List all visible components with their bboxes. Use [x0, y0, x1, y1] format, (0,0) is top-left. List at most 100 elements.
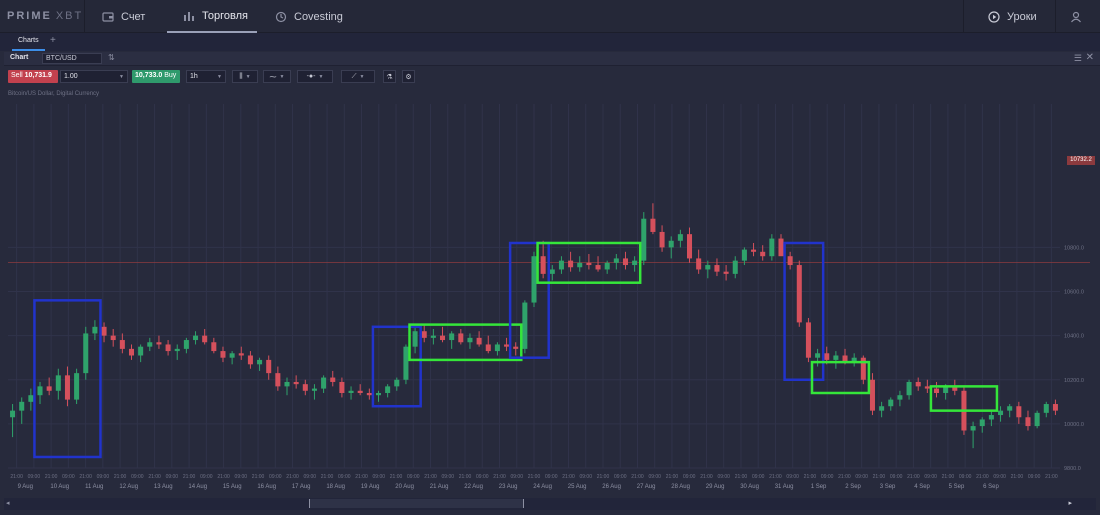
chart-panel-header: Chart BTC/USD ⇅ ☰ ✕ [4, 52, 1100, 66]
x-date-label: 3 Sep [880, 484, 896, 490]
x-time-label: 21:00 [252, 474, 265, 480]
candle-body [202, 335, 208, 343]
quantity-input[interactable]: 1.00 ▼ [60, 70, 128, 83]
x-time-label: 09:00 [166, 474, 179, 480]
candle-body [650, 218, 656, 232]
x-time-label: 21:00 [735, 474, 748, 480]
play-icon [988, 10, 1000, 23]
x-time-label: 09:00 [338, 474, 351, 480]
nav-lessons[interactable]: Уроки [988, 0, 1048, 33]
buy-label: Buy [164, 72, 177, 79]
candle-body [778, 238, 784, 257]
candle-body [284, 381, 290, 387]
gear-icon: ⚙ [405, 73, 412, 81]
x-date-label: 11 Aug [85, 484, 103, 490]
symbol-input[interactable]: BTC/USD [42, 53, 102, 64]
candle-body [531, 256, 537, 303]
x-date-label: 12 Aug [119, 484, 138, 490]
candle-body [220, 351, 226, 358]
candle-body [979, 419, 985, 427]
candle-body [970, 426, 976, 431]
x-date-label: 16 Aug [257, 484, 276, 490]
scroll-left-icon[interactable]: ◂ [6, 499, 10, 507]
candle-body [604, 262, 610, 270]
buy-button[interactable]: 10,733.0 Buy [132, 70, 180, 83]
prime-xbt-logo[interactable]: PRIME XBT [7, 10, 83, 22]
candle-body [824, 353, 830, 360]
scroll-right-icon[interactable]: ▸ [1068, 499, 1072, 507]
nav-covesting[interactable]: Covesting [275, 0, 365, 33]
chevron-down-icon: ▼ [245, 73, 251, 80]
swap-icon[interactable]: ⇅ [108, 53, 115, 62]
chart-title: Chart [10, 54, 29, 61]
candle-body [421, 331, 427, 338]
scroller-thumb[interactable] [309, 499, 524, 508]
y-tick-label: 10200.0 [1064, 378, 1084, 384]
chart-type-button[interactable]: ⫼ ▼ [232, 70, 258, 83]
time-scroller[interactable]: ◂ ▸ [4, 498, 1096, 510]
drawing-tools-button[interactable]: ⟋ ▼ [341, 70, 375, 83]
logo-suffix: XBT [55, 10, 84, 22]
x-time-label: 09:00 [28, 474, 41, 480]
candle-body [888, 399, 894, 407]
x-time-label: 09:00 [442, 474, 455, 480]
x-time-label: 21:00 [424, 474, 437, 480]
candle-body [403, 346, 409, 380]
x-time-label: 09:00 [269, 474, 282, 480]
y-tick-label: 10000.0 [1064, 422, 1084, 428]
candle-body [257, 359, 263, 365]
tab-charts[interactable]: Charts [12, 33, 45, 51]
x-time-label: 21:00 [562, 474, 575, 480]
candle-body [741, 249, 747, 261]
candle-body [394, 379, 400, 387]
nav-account[interactable]: Счет [100, 0, 166, 33]
candle-body [147, 342, 153, 347]
x-time-label: 09:00 [924, 474, 937, 480]
x-date-label: 20 Aug [395, 484, 414, 490]
candle-body [787, 256, 793, 266]
candle-body [128, 348, 135, 356]
nav-trading[interactable]: Торговля [167, 0, 257, 33]
candle-body [302, 384, 308, 391]
candle-body [504, 344, 510, 347]
x-time-label: 09:00 [304, 474, 317, 480]
candle-body [723, 271, 729, 274]
indicators-icon: ⁓ [269, 73, 277, 81]
indicators-button[interactable]: ⁓ ▼ [263, 70, 291, 83]
candle-body [247, 355, 253, 365]
x-date-label: 30 Aug [740, 484, 759, 490]
candle-body [705, 265, 711, 270]
candle-body [430, 335, 436, 338]
candle-body [64, 375, 70, 400]
x-time-label: 09:00 [821, 474, 834, 480]
nav-trading-label: Торговля [202, 9, 248, 22]
x-date-label: 2 Sep [845, 484, 861, 490]
candle-body [586, 262, 592, 266]
x-date-label: 29 Aug [706, 484, 725, 490]
candle-body [815, 353, 821, 358]
close-icon[interactable]: ✕ [1086, 52, 1094, 63]
flask-button[interactable]: ⚗ [383, 70, 396, 83]
candle-body [1034, 412, 1040, 427]
menu-icon[interactable]: ☰ [1074, 53, 1082, 64]
x-time-label: 09:00 [890, 474, 903, 480]
profile-button[interactable] [1070, 0, 1086, 33]
x-time-label: 09:00 [476, 474, 489, 480]
timeframe-select[interactable]: 1h ▼ [186, 70, 226, 83]
x-date-label: 26 Aug [602, 484, 621, 490]
x-time-label: 21:00 [700, 474, 713, 480]
settings-button[interactable]: ⚙ [402, 70, 415, 83]
candle-body [998, 410, 1004, 416]
chevron-down-icon: ▼ [359, 73, 365, 80]
buy-price: 10,733.0 [135, 72, 163, 79]
candle-body [659, 231, 665, 248]
compare-button[interactable]: -●- ▼ [297, 70, 333, 83]
x-date-label: 6 Sep [983, 484, 999, 490]
candle-body [613, 258, 619, 263]
candle-body [110, 335, 116, 341]
candlestick-chart[interactable]: 9800.0 10000.0 10200.0 10400.0 10600.0 10800.… [4, 96, 1096, 498]
sell-button[interactable]: Sell 10,731.9 [8, 70, 58, 83]
add-tab-button[interactable]: + [50, 35, 56, 46]
candle-body [485, 344, 491, 352]
candle-body [311, 388, 317, 391]
